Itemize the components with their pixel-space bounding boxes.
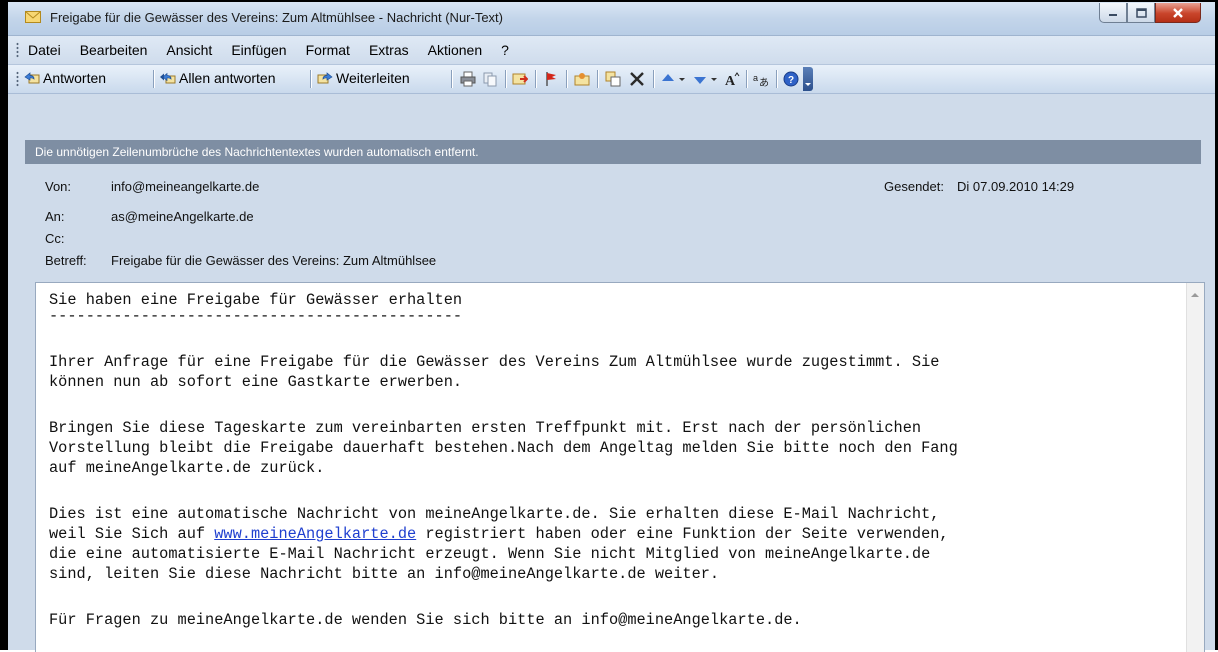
forward-button[interactable]: Weiterleiten bbox=[317, 70, 410, 86]
toolbar-options-button[interactable] bbox=[803, 67, 813, 91]
copy-icon[interactable] bbox=[482, 71, 498, 87]
toolbar: Antworten Allen antworten Weiterleiten A… bbox=[8, 65, 1215, 94]
body-rule: ----------------------------------------… bbox=[49, 307, 463, 325]
toolbar-separator bbox=[653, 70, 655, 88]
menu-item-ansicht[interactable]: Ansicht bbox=[166, 42, 212, 58]
minimize-button[interactable] bbox=[1099, 3, 1127, 23]
menu-bar: Datei Bearbeiten Ansicht Einfügen Format… bbox=[8, 36, 1215, 65]
svg-text:あ: あ bbox=[759, 77, 769, 87]
vertical-scrollbar[interactable] bbox=[1186, 283, 1204, 652]
menu-item-help[interactable]: ? bbox=[501, 42, 509, 58]
body-line: können nun ab sofort eine Gastkarte erwe… bbox=[49, 373, 463, 391]
maximize-icon bbox=[1135, 7, 1147, 18]
close-button[interactable] bbox=[1155, 3, 1201, 23]
reply-label: Antworten bbox=[43, 70, 107, 86]
delete-icon[interactable] bbox=[629, 71, 645, 87]
toolbar-separator bbox=[310, 70, 312, 88]
toolbar-grip[interactable] bbox=[16, 71, 19, 87]
reply-all-button[interactable]: Allen antworten bbox=[160, 70, 276, 86]
menu-item-format[interactable]: Format bbox=[306, 42, 350, 58]
website-link[interactable]: www.meineAngelkarte.de bbox=[214, 525, 416, 543]
svg-text:?: ? bbox=[788, 75, 794, 86]
info-bar[interactable]: Die unnötigen Zeilenumbrüche des Nachric… bbox=[25, 140, 1201, 164]
window-title: Freigabe für die Gewässer des Vereins: Z… bbox=[50, 10, 504, 25]
to-value[interactable]: as@meineAngelkarte.de bbox=[111, 209, 254, 224]
body-text: weil Sie Sich auf bbox=[49, 525, 215, 543]
title-bar[interactable]: Freigabe für die Gewässer des Vereins: Z… bbox=[8, 2, 1215, 36]
svg-text:A: A bbox=[725, 74, 736, 87]
toolbar-separator bbox=[451, 70, 453, 88]
envelope-icon bbox=[25, 11, 41, 23]
contacts-icon[interactable] bbox=[574, 71, 590, 87]
info-bar-text: Die unnötigen Zeilenumbrüche des Nachric… bbox=[35, 145, 479, 159]
body-line: sind, leiten Sie diese Nachricht bitte a… bbox=[49, 565, 720, 583]
window-controls bbox=[1099, 3, 1201, 23]
menu-item-bearbeiten[interactable]: Bearbeiten bbox=[80, 42, 148, 58]
forward-label: Weiterleiten bbox=[336, 70, 410, 86]
menu-items: Datei Bearbeiten Ansicht Einfügen Format… bbox=[28, 42, 528, 58]
toolbar-separator bbox=[566, 70, 568, 88]
menu-item-datei[interactable]: Datei bbox=[28, 42, 61, 58]
body-line: Vorstellung bleibt die Freigabe dauerhaf… bbox=[49, 439, 958, 457]
reply-icon bbox=[24, 72, 40, 84]
body-line: weil Sie Sich auf www.meineAngelkarte.de… bbox=[49, 524, 949, 544]
menu-item-einfuegen[interactable]: Einfügen bbox=[231, 42, 286, 58]
previous-dropdown-icon[interactable] bbox=[677, 71, 687, 87]
print-icon[interactable] bbox=[460, 71, 476, 87]
help-icon[interactable]: ? bbox=[783, 71, 799, 87]
body-line: auf meineAngelkarte.de zurück. bbox=[49, 459, 325, 477]
body-text: registriert haben oder eine Funktion der… bbox=[416, 525, 949, 543]
body-line: die eine automatisierte E-Mail Nachricht… bbox=[49, 545, 931, 563]
subject-value: Freigabe für die Gewässer des Vereins: Z… bbox=[111, 253, 437, 268]
subject-label: Betreff: bbox=[45, 253, 87, 268]
close-icon bbox=[1173, 7, 1183, 18]
previous-item-icon[interactable] bbox=[660, 71, 676, 87]
scroll-up-icon[interactable] bbox=[1191, 293, 1199, 297]
reply-button[interactable]: Antworten bbox=[24, 70, 106, 86]
toolbar-separator bbox=[776, 70, 778, 88]
sent-value: Di 07.09.2010 14:29 bbox=[957, 179, 1075, 194]
body-line: Für Fragen zu meineAngelkarte.de wenden … bbox=[49, 611, 802, 629]
forward-icon bbox=[317, 72, 333, 84]
toolbar-separator bbox=[153, 70, 155, 88]
message-window: Freigabe für die Gewässer des Vereins: Z… bbox=[0, 0, 1218, 652]
next-item-icon[interactable] bbox=[692, 71, 708, 87]
menu-grip[interactable] bbox=[16, 42, 19, 58]
body-line: Dies ist eine automatische Nachricht von… bbox=[49, 505, 940, 523]
message-body[interactable]: Sie haben eine Freigabe für Gewässer erh… bbox=[35, 282, 1205, 652]
sent-label: Gesendet: bbox=[884, 179, 944, 194]
toolbar-separator bbox=[535, 70, 537, 88]
from-value[interactable]: info@meineangelkarte.de bbox=[111, 179, 259, 194]
toolbar-separator bbox=[505, 70, 507, 88]
menu-item-aktionen[interactable]: Aktionen bbox=[428, 42, 482, 58]
to-label: An: bbox=[45, 209, 65, 224]
svg-text:a: a bbox=[753, 73, 758, 83]
cc-label: Cc: bbox=[45, 231, 65, 246]
from-label: Von: bbox=[45, 179, 72, 194]
maximize-button[interactable] bbox=[1127, 3, 1155, 23]
chevron-down-icon bbox=[805, 83, 811, 86]
body-line: Ihrer Anfrage für eine Freigabe für die … bbox=[49, 353, 940, 371]
encoding-icon[interactable]: a あ bbox=[753, 71, 769, 87]
minimize-icon bbox=[1109, 13, 1117, 16]
flag-icon[interactable] bbox=[543, 71, 559, 87]
reply-all-icon bbox=[160, 72, 176, 84]
toolbar-separator bbox=[746, 70, 748, 88]
move-to-folder-icon[interactable] bbox=[512, 71, 528, 87]
reply-all-label: Allen antworten bbox=[179, 70, 276, 86]
move-icon[interactable] bbox=[605, 71, 621, 87]
menu-item-extras[interactable]: Extras bbox=[369, 42, 409, 58]
next-dropdown-icon[interactable] bbox=[709, 71, 719, 87]
body-line: Bringen Sie diese Tageskarte zum vereinb… bbox=[49, 419, 922, 437]
font-size-icon[interactable]: A bbox=[724, 71, 740, 87]
toolbar-separator bbox=[597, 70, 599, 88]
